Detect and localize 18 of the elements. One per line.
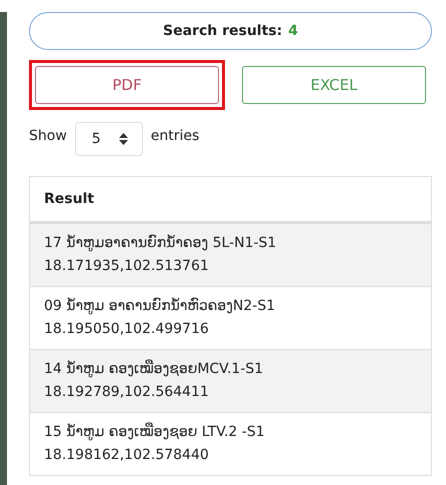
pdf-button[interactable]: PDF xyxy=(35,66,219,104)
result-coordinates: 18.192789,102.564411 xyxy=(44,383,210,402)
result-coordinates: 18.198162,102.578440 xyxy=(44,446,210,465)
result-name: 09 ນ້ຳຫູມ ອາຄານຍົກນ້ຳຫົວຄອງN2-S1 xyxy=(44,296,276,316)
result-name: 14 ນ້ຳຫູມ ຄອງເໝືອງຊອຍMCV.1-S1 xyxy=(44,358,264,380)
result-row[interactable]: 17 ນ້ຳຫູມອາຄານຍົກນ້ຳຄອງ 5L-N1-S1 18.171935,102.513761 xyxy=(30,223,431,286)
sort-caret-icon xyxy=(118,133,128,145)
result-name: 15 ນ້ຳຫູມ ຄອງເໝືອງຊອຍ LTV.2 -S1 xyxy=(44,422,266,442)
entries-select[interactable]: 5 xyxy=(74,122,143,156)
result-coordinates: 18.195050,102.499716 xyxy=(44,320,210,339)
entries-label: entries xyxy=(150,128,200,144)
result-coordinates: 18.171935,102.513761 xyxy=(44,257,210,276)
result-count: 4 xyxy=(288,23,298,39)
result-row[interactable]: 14 ນ້ຳຫູມ ຄອງເໝືອງຊອຍMCV.1-S1 18.192789,102.564411 xyxy=(30,349,431,412)
result-row[interactable]: 15 ນ້ຳຫູມ ຄອງເໝືອງຊອຍ LTV.2 -S1 18.198162,102.578440 xyxy=(30,412,431,475)
show-label: Show xyxy=(29,128,67,144)
result-name: 17 ນ້ຳຫູມອາຄານຍົກນ້ຳຄອງ 5L-N1-S1 xyxy=(44,234,278,254)
search-results-label: Search results: xyxy=(163,23,282,39)
